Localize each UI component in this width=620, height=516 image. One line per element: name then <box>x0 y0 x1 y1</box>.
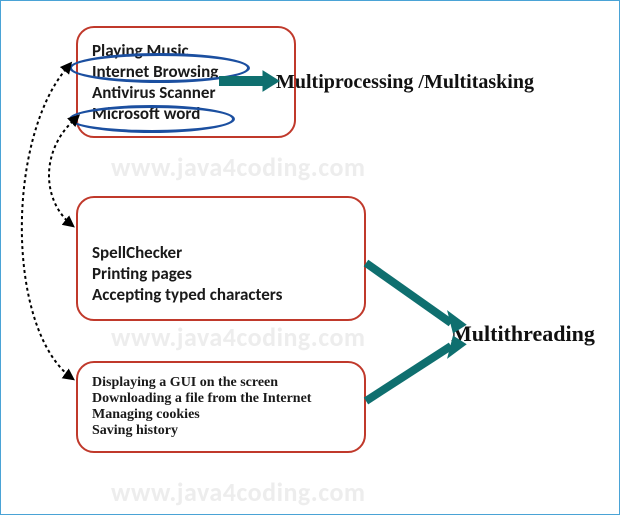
watermark-text: www.java4coding.com <box>111 151 366 183</box>
thread-item: SpellChecker <box>92 242 350 263</box>
multithreading-label: Multithreading <box>451 321 595 347</box>
thread-item: Displaying a GUI on the screen <box>92 375 350 391</box>
watermark-text: www.java4coding.com <box>111 321 366 353</box>
thread-word-box: SpellChecker Printing pages Accepting ty… <box>76 196 366 321</box>
process-item: Internet Browsing <box>92 61 280 82</box>
watermark-text: www.java4coding.com <box>111 476 366 508</box>
thread-item: Saving history <box>92 423 350 439</box>
process-item: Playing Music <box>92 40 280 61</box>
process-multitasking-box: Playing Music Internet Browsing Antiviru… <box>76 26 296 138</box>
process-item: Microsoft word <box>92 103 280 124</box>
process-item: Antivirus Scanner <box>92 82 280 103</box>
thread-item: Managing cookies <box>92 407 350 423</box>
dotted-arrow-word-to-box2 <box>49 121 73 226</box>
thread-item: Accepting typed characters <box>92 284 350 305</box>
multiprocessing-label: Multiprocessing /Multitasking <box>276 71 534 94</box>
dotted-arrow-browsing-to-box3 <box>22 69 73 379</box>
thread-item: Printing pages <box>92 263 350 284</box>
arrow-box2-to-multithreading <box>366 263 451 323</box>
thread-browser-box: Displaying a GUI on the screen Downloadi… <box>76 361 366 453</box>
arrow-box3-to-multithreading <box>366 346 451 401</box>
thread-item: Downloading a file from the Internet <box>92 391 350 407</box>
